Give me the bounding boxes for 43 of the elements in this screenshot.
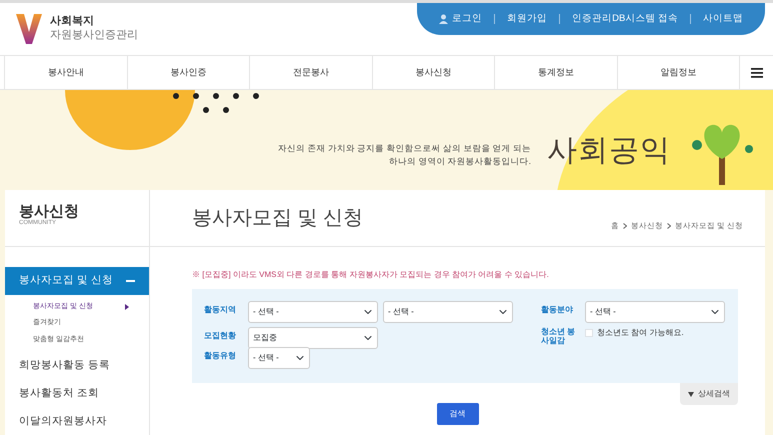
- minus-icon: [126, 280, 135, 282]
- detail-search-button[interactable]: 상세검색: [680, 383, 738, 405]
- select-field[interactable]: - 선택 -: [248, 301, 378, 323]
- top-link[interactable]: 회원가입: [507, 12, 548, 26]
- sidebar-title: 봉사신청: [19, 204, 80, 219]
- select-field[interactable]: - 선택 -: [248, 347, 310, 369]
- nav-menu-item[interactable]: 알림정보: [618, 56, 740, 89]
- sidebar-item[interactable]: 봉사자모집 및 신청: [5, 267, 149, 295]
- nav-menu-item[interactable]: 봉사인증: [128, 56, 250, 89]
- caret-icon: [125, 304, 129, 310]
- logo-icon: [16, 14, 42, 44]
- nav-menu-item[interactable]: 봉사신청: [372, 56, 495, 89]
- page-title: 봉사자모집 및 신청: [192, 206, 364, 231]
- chevron-right-icon: [666, 223, 671, 229]
- checkbox[interactable]: [585, 329, 593, 337]
- sidebar-item[interactable]: 희망봉사활동 등록: [5, 352, 149, 380]
- banner-text: 하나의 영역이 자원봉사활동입니다.: [388, 155, 531, 168]
- top-link[interactable]: 인증관리DB시스템 접속: [572, 12, 678, 26]
- filter-label: 활동분야: [541, 304, 574, 314]
- menu-icon[interactable]: [750, 68, 762, 78]
- nav-menu-item[interactable]: 봉사안내: [5, 56, 128, 89]
- select-field[interactable]: - 선택 -: [585, 301, 725, 323]
- logo-subtitle: 자원봉사인증관리: [50, 29, 138, 43]
- search-button[interactable]: 검색: [436, 403, 478, 425]
- nav-menu-item[interactable]: 통계정보: [495, 56, 618, 89]
- top-link[interactable]: 사이트맵: [703, 12, 743, 26]
- triangle-down-icon: [688, 392, 694, 396]
- chevron-right-icon: [622, 223, 627, 229]
- banner-text: 자신의 존재 가치와 긍지를 확인함으로써 삶의 보람을 얻게 되는: [278, 142, 531, 155]
- sidebar-item[interactable]: 봉사활동처 조회: [5, 380, 149, 408]
- filter-label: 활동유형: [204, 350, 237, 360]
- filter-label: 청소년 봉사일감: [541, 327, 576, 346]
- select-field[interactable]: - 선택 -: [383, 301, 513, 323]
- top-link[interactable]: 로그인: [439, 12, 482, 26]
- logo-title: 사회복지: [50, 15, 95, 29]
- checkbox-option[interactable]: 청소년도 참여 가능해요.: [585, 327, 684, 339]
- nav-menu-item[interactable]: 전문봉사: [250, 56, 372, 89]
- sidebar-item[interactable]: 이달의자원봉사자: [5, 408, 149, 435]
- filter-label: 모집현황: [204, 330, 237, 340]
- user-icon: [439, 14, 448, 24]
- select-field[interactable]: 모집중: [248, 327, 378, 349]
- filter-label: 활동지역: [204, 304, 237, 314]
- notice-text: ※ [모집중] 이라도 VMS외 다른 경로를 통해 자원봉사자가 모집되는 경우 참여가 어려울 수 있습니다.: [192, 269, 550, 281]
